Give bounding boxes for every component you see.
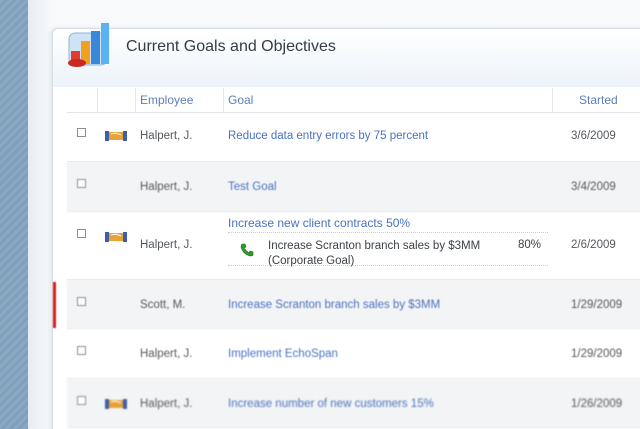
row-checkbox[interactable] xyxy=(77,179,86,188)
started-date: 3/4/2009 xyxy=(571,181,616,193)
goal-link[interactable]: Increase Scranton branch sales by $3MM xyxy=(228,299,440,311)
sub-goal-text: Increase Scranton branch sales by $3MM (… xyxy=(268,239,480,269)
header-divider xyxy=(135,88,136,112)
goal-link[interactable]: Increase number of new customers 15% xyxy=(228,398,434,410)
row-checkbox[interactable] xyxy=(77,346,86,355)
handshake-icon xyxy=(105,131,127,141)
goal-link[interactable]: Implement EchoSpan xyxy=(228,348,338,360)
panel-header: Current Goals and Objectives xyxy=(53,23,640,87)
panel-title: Current Goals and Objectives xyxy=(126,38,336,55)
column-header-employee[interactable]: Employee xyxy=(140,93,193,107)
row-checkbox[interactable] xyxy=(77,128,86,137)
table-row[interactable]: Scott, M. Increase Scranton branch sales… xyxy=(53,280,640,329)
table-row[interactable]: Halpert, J. Increase number of new custo… xyxy=(67,379,640,428)
employee-name: Halpert, J. xyxy=(140,348,193,360)
started-date: 2/6/2009 xyxy=(571,239,616,251)
handshake-icon xyxy=(105,232,127,242)
sub-goal-line1: Increase Scranton branch sales by $3MM xyxy=(268,240,481,252)
progress-percent: 80% xyxy=(518,239,542,251)
employee-name: Halpert, J. xyxy=(140,239,193,251)
handshake-icon xyxy=(105,399,127,409)
priority-flag xyxy=(53,282,56,328)
employee-name: Halpert, J. xyxy=(140,130,193,142)
sidebar-shadow xyxy=(28,0,52,429)
table-row[interactable]: Halpert, J. Reduce data entry errors by … xyxy=(67,113,640,162)
employee-name: Halpert, J. xyxy=(140,181,193,193)
header-divider xyxy=(223,88,224,112)
goal-link[interactable]: Test Goal xyxy=(228,181,277,193)
started-date: 1/26/2009 xyxy=(571,398,623,410)
sub-goal: Increase Scranton branch sales by $3MM (… xyxy=(228,232,548,269)
goal-link[interactable]: Reduce data entry errors by 75 percent xyxy=(228,130,428,142)
row-checkbox[interactable] xyxy=(77,229,86,238)
page: Current Goals and Objectives Employee Go… xyxy=(0,0,640,429)
sub-goal-line2: (Corporate Goal) xyxy=(268,255,355,267)
started-date: 1/29/2009 xyxy=(571,299,623,311)
goals-panel: Current Goals and Objectives Employee Go… xyxy=(52,23,640,429)
table-row[interactable]: Halpert, J. Test Goal 3/4/2009 xyxy=(67,162,640,212)
row-checkbox[interactable] xyxy=(77,297,86,306)
table-row[interactable]: Halpert, J. Implement EchoSpan 1/29/2009 xyxy=(67,329,640,379)
table-header: Employee Goal Started xyxy=(67,88,640,113)
goals-table: Employee Goal Started Halpert, J. Reduce… xyxy=(53,88,640,429)
phone-icon xyxy=(240,243,254,257)
started-date: 1/29/2009 xyxy=(571,348,623,360)
column-header-started[interactable]: Started xyxy=(579,93,618,107)
sidebar-stripe xyxy=(0,0,28,429)
table-row[interactable]: Halpert, J. Increase new client contract… xyxy=(67,212,640,280)
employee-name: Halpert, J. xyxy=(140,398,193,410)
header-divider xyxy=(552,88,553,112)
row-checkbox[interactable] xyxy=(77,396,86,405)
bar-chart-icon xyxy=(68,23,109,67)
header-divider xyxy=(97,88,98,112)
started-date: 3/6/2009 xyxy=(571,130,616,142)
column-header-goal[interactable]: Goal xyxy=(228,93,253,107)
goal-link[interactable]: Increase new client contracts 50% xyxy=(228,216,410,230)
employee-name: Scott, M. xyxy=(140,299,186,311)
